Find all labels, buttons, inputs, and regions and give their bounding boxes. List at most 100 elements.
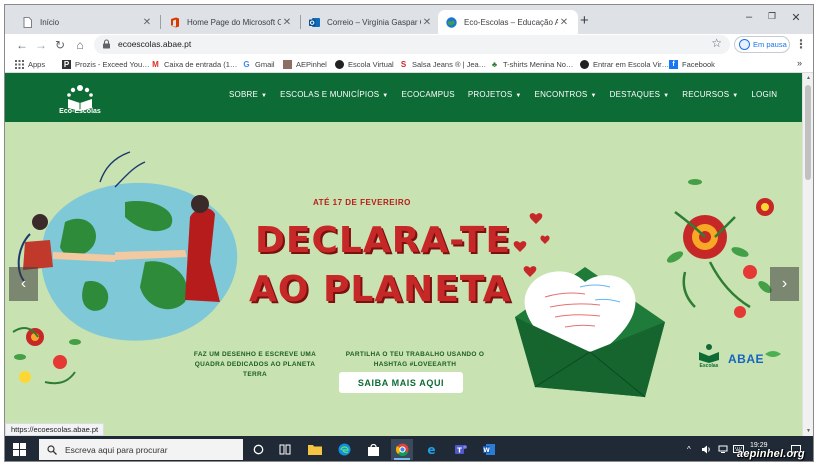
school-icon — [283, 60, 292, 69]
close-icon[interactable]: ✕ — [141, 17, 153, 28]
volume-icon[interactable] — [702, 445, 712, 456]
forward-arrow-icon[interactable]: → — [33, 37, 49, 53]
cortana-icon[interactable] — [247, 439, 269, 460]
menu-escolas-municipios[interactable]: ESCOLAS E MUNICÍPIOS ▼ — [280, 90, 388, 99]
tab-inicio[interactable]: Início ✕ — [14, 10, 161, 34]
hero-headline-2: AO PLANETA — [249, 269, 512, 310]
close-icon[interactable]: ✕ — [558, 17, 570, 28]
menu-encontros[interactable]: ENCONTROS ▼ — [535, 90, 597, 99]
menu-ecocampus[interactable]: ECOCAMPUS — [401, 90, 454, 99]
bookmark-label: Gmail — [255, 60, 275, 69]
bookmark-label: Facebook — [682, 60, 715, 69]
profile-label: Em pausa — [753, 40, 787, 49]
salsa-icon: S — [400, 60, 407, 69]
partner-abae-label: ABAE — [728, 352, 765, 366]
gmail-icon: M — [152, 60, 159, 69]
search-icon — [47, 444, 57, 455]
bookmark-caixa-entrada[interactable]: M Caixa de entrada (1… — [151, 58, 237, 71]
tab-office[interactable]: Home Page do Microsoft Office ✕ — [161, 10, 301, 34]
star-icon[interactable]: ☆ — [711, 36, 722, 50]
hero-headline-1: DECLARA-TE — [255, 220, 512, 261]
menu-sobre[interactable]: SOBRE ▼ — [229, 90, 267, 99]
page-scrollbar[interactable]: ▲ ▼ — [802, 73, 813, 436]
scroll-thumb[interactable] — [805, 85, 811, 180]
bookmark-salsa[interactable]: S Salsa Jeans ® | Jea… — [399, 58, 486, 71]
bookmark-label: Prozis - Exceed You… — [75, 60, 150, 69]
word-icon[interactable]: W — [478, 439, 500, 460]
bookmark-label: Apps — [28, 60, 46, 69]
menu-projetos[interactable]: PROJETOS ▼ — [468, 90, 522, 99]
tab-correio[interactable]: Correio – Virgínia Gaspar Coito Lo… ✕ — [301, 10, 441, 34]
profile-button[interactable]: Em pausa — [734, 36, 790, 53]
earth-hug-illustration — [17, 151, 238, 341]
bookmark-apps[interactable]: Apps — [15, 58, 45, 71]
eco-escolas-icon — [446, 16, 457, 28]
chrome-icon[interactable] — [391, 439, 413, 460]
bookmarks-bar: Apps P Prozis - Exceed You… M Caixa de e… — [5, 56, 813, 73]
close-icon[interactable]: ✕ — [421, 17, 433, 28]
network-icon[interactable] — [718, 445, 728, 456]
saiba-mais-button[interactable]: SAIBA MAIS AQUI — [339, 372, 463, 393]
scroll-up-icon[interactable]: ▲ — [804, 75, 813, 81]
abae-logo-mark — [765, 351, 781, 357]
slider-next-button[interactable]: › — [770, 267, 799, 301]
minimize-icon[interactable]: – — [739, 11, 759, 23]
taskbar-search-box[interactable]: Escreva aqui para procurar — [39, 439, 243, 460]
windows-start-icon[interactable] — [13, 443, 26, 456]
hero-kicker: ATÉ 17 DE FEVEREIRO — [313, 198, 411, 207]
prozis-icon: P — [62, 60, 71, 69]
google-icon: G — [243, 60, 250, 69]
chevron-down-icon: ▼ — [590, 93, 597, 99]
address-text: ecoescolas.abae.pt — [118, 39, 192, 49]
bookmark-facebook[interactable]: f Facebook — [669, 58, 715, 71]
more-bookmarks-icon[interactable]: » — [797, 58, 802, 68]
teams-icon[interactable]: T — [449, 439, 471, 460]
close-icon[interactable]: ✕ — [281, 17, 293, 28]
task-view-icon[interactable] — [274, 439, 296, 460]
bookmark-gmail[interactable]: G Gmail — [242, 58, 275, 71]
new-tab-button[interactable]: + — [580, 13, 589, 29]
bookmark-aepinhel[interactable]: AEPinhel — [283, 58, 327, 71]
back-arrow-icon[interactable]: ← — [14, 37, 30, 53]
chevron-down-icon: ▼ — [515, 93, 522, 99]
logo-text: Eco-Escolas — [59, 108, 101, 115]
main-menu: SOBRE ▼ ESCOLAS E MUNICÍPIOS ▼ ECOCAMPUS P… — [229, 90, 777, 99]
reload-icon[interactable]: ↻ — [52, 37, 68, 53]
chevron-down-icon: ▼ — [732, 93, 739, 99]
tab-eco-escolas[interactable]: Eco-Escolas – Educação Ambient… ✕ — [438, 10, 578, 34]
flowers-left — [12, 327, 81, 385]
address-bar[interactable]: ecoescolas.abae.pt ☆ — [94, 35, 730, 54]
bookmark-escola-virtual[interactable]: Escola Virtual — [335, 58, 394, 71]
bookmark-entrar-escola[interactable]: Entrar em Escola Vir… — [580, 58, 669, 71]
menu-recursos[interactable]: RECURSOS ▼ — [682, 90, 738, 99]
hearts — [513, 213, 550, 277]
close-window-icon[interactable]: ✕ — [786, 11, 806, 24]
hero-description-right: PARTILHA O TEU TRABALHO USANDO O HASHTAG… — [345, 351, 485, 368]
home-icon[interactable]: ⌂ — [72, 37, 88, 53]
bookmark-label: T-shirts Menina No… — [503, 60, 574, 69]
menu-destaques[interactable]: DESTAQUES ▼ — [610, 90, 670, 99]
bookmark-tshirts[interactable]: ♣ T-shirts Menina No… — [490, 58, 574, 71]
lock-icon — [102, 39, 111, 49]
store-icon[interactable] — [362, 439, 384, 460]
watermark-text: aepinhel.org — [737, 448, 805, 460]
bookmark-label: Entrar em Escola Vir… — [593, 60, 670, 69]
outlook-icon — [309, 17, 320, 28]
avatar — [739, 39, 750, 50]
bookmark-prozis[interactable]: P Prozis - Exceed You… — [62, 58, 150, 71]
internet-explorer-icon[interactable]: e — [420, 439, 442, 460]
menu-dots-icon[interactable]: ⋮ — [795, 37, 807, 51]
restore-icon[interactable]: ❐ — [762, 11, 782, 22]
scroll-down-icon[interactable]: ▼ — [804, 428, 813, 434]
tray-chevron-icon[interactable]: ^ — [687, 445, 691, 454]
edge-icon[interactable] — [333, 439, 355, 460]
tab-title: Home Page do Microsoft Office — [187, 17, 281, 27]
page-viewport: Eco-Escolas SOBRE ▼ ESCOLAS E MUNICÍPIOS ▼… — [5, 73, 813, 436]
file-explorer-icon[interactable] — [304, 439, 326, 460]
svg-text:e: e — [427, 443, 435, 456]
bookmark-label: Escola Virtual — [348, 60, 394, 69]
hero-description-left: FAZ UM DESENHO E ESCREVE UMA QUADRA DEDI… — [193, 351, 317, 378]
menu-login[interactable]: LOGIN — [751, 90, 777, 99]
tab-strip: Início ✕ Home Page do Microsoft Office ✕… — [5, 5, 813, 34]
slider-prev-button[interactable]: ‹ — [9, 267, 38, 301]
